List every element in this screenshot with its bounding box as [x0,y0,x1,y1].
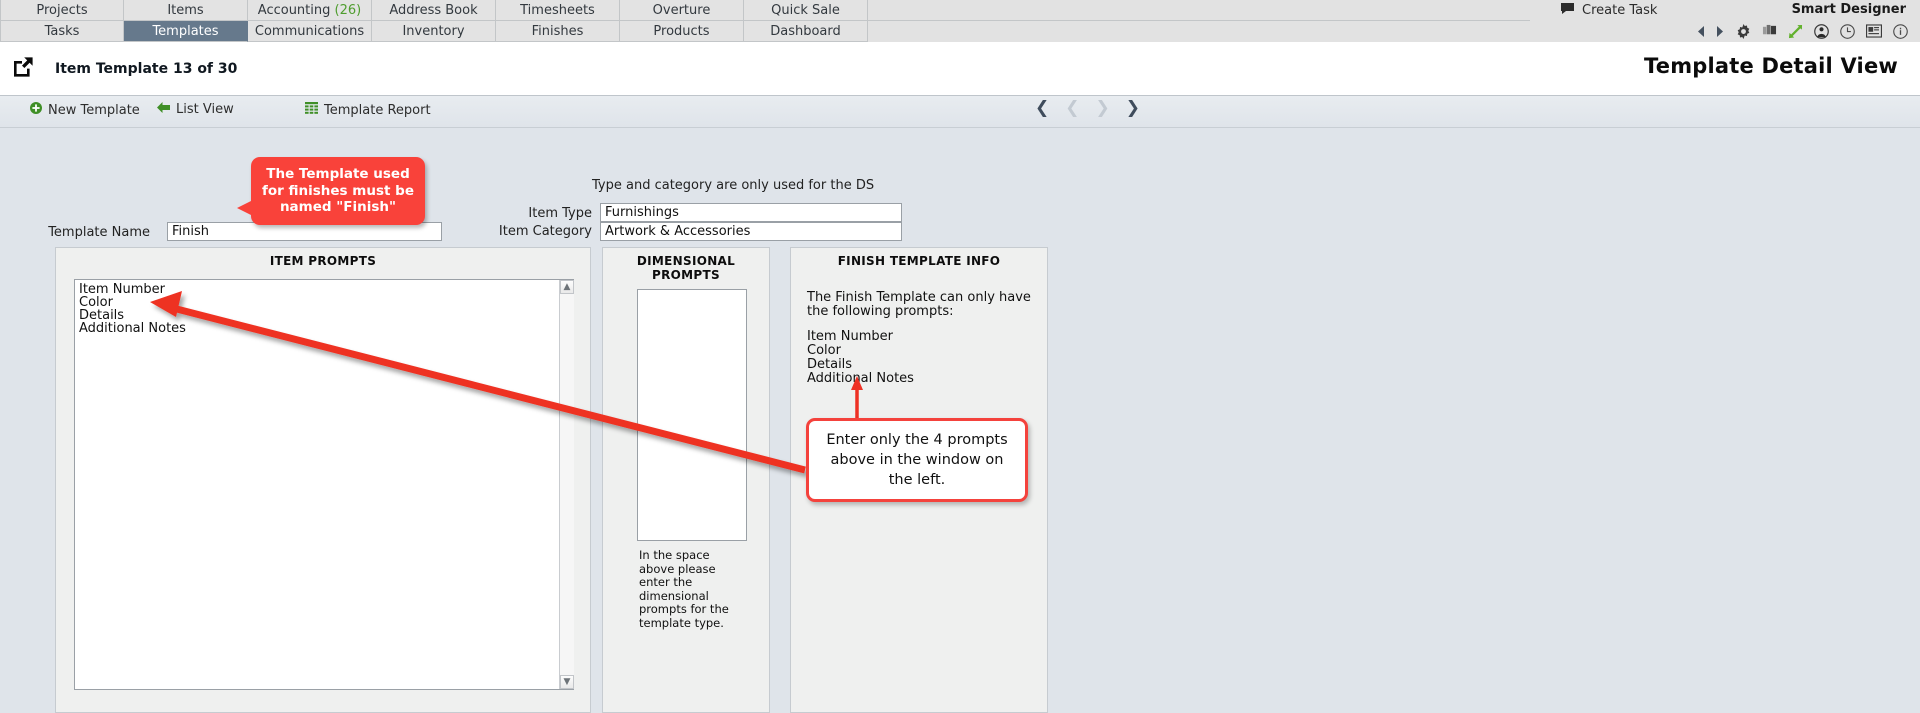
nav-tab-templates[interactable]: Templates [124,21,248,42]
nav-tab-dashboard-label: Dashboard [770,24,841,39]
template-name-input[interactable] [167,222,442,241]
scroll-down-button[interactable]: ▼ [560,675,574,689]
create-task-button[interactable]: Create Task [1560,2,1657,19]
nav-tab-quick-sale[interactable]: Quick Sale [744,0,868,21]
list-view-label: List View [176,102,234,117]
item-prompts-scrollbar[interactable]: ▲ ▼ [559,280,574,689]
expand-icon[interactable] [1788,24,1803,39]
template-name-label: Template Name [48,225,150,240]
dimensional-prompts-note: In the space above please enter the dime… [639,548,729,630]
nav-tab-inventory-label: Inventory [402,24,465,39]
callout-tail [237,199,253,216]
nav-tab-items-label: Items [167,3,204,18]
item-type-input[interactable] [600,203,902,222]
nav-tab-communications[interactable]: Communications [248,21,372,42]
nav-tab-inventory[interactable]: Inventory [372,21,496,42]
action-toolbar: New Template List View Template Report ❮… [0,96,1920,128]
nav-tab-accounting[interactable]: Accounting (26) [248,0,372,21]
nav-tab-tasks-label: Tasks [44,24,80,39]
nav-tab-templates-label: Templates [152,24,219,39]
nav-tab-overture-label: Overture [652,3,711,18]
news-icon[interactable] [1866,24,1882,38]
new-template-label: New Template [48,102,140,118]
info-icon[interactable] [1893,23,1908,39]
gear-icon[interactable] [1736,23,1751,39]
back-arrow-icon[interactable] [1696,25,1705,38]
pager-last-button[interactable]: ❯ [1126,100,1140,117]
nav-tab-finishes[interactable]: Finishes [496,21,620,42]
nav-tab-products-label: Products [653,24,710,39]
prompts-rule-callout: Enter only the 4 prompts above in the wi… [806,418,1028,502]
plus-circle-icon [30,102,42,118]
pager-prev-button[interactable]: ❮ [1065,100,1079,117]
record-pager: ❮ ❮ ❯ ❯ [1035,100,1140,117]
finish-template-info-body: The Finish Template can only have the fo… [807,291,1035,385]
new-template-button[interactable]: New Template [30,102,140,118]
list-view-button[interactable]: List View [157,102,234,117]
page-title: Template Detail View [1644,54,1898,78]
dimensional-prompts-title: DIMENSIONAL PROMPTS [636,254,736,282]
pager-next-button[interactable]: ❯ [1096,100,1110,117]
tool-icon-row [1696,21,1908,41]
finish-info-intro: The Finish Template can only have the fo… [807,290,1031,319]
template-report-label: Template Report [324,102,431,118]
nav-tab-items[interactable]: Items [124,0,248,21]
nav-tab-timesheets-label: Timesheets [520,3,595,18]
user-icon[interactable] [1814,23,1829,39]
report-grid-icon [305,102,318,118]
brand-label: Smart Designer [1791,2,1906,17]
nav-tab-timesheets[interactable]: Timesheets [496,0,620,21]
item-prompts-listbox[interactable]: Item Number Color Details Additional Not… [74,279,574,690]
prompts-rule-callout-text: Enter only the 4 prompts above in the wi… [826,432,1008,488]
item-prompts-title: ITEM PROMPTS [269,254,377,268]
finish-info-prompt: Item Number [807,329,893,345]
nav-tab-dashboard[interactable]: Dashboard [744,21,868,42]
pager-first-button[interactable]: ❮ [1035,100,1049,117]
record-position-label: Item Template 13 of 30 [55,61,238,77]
nav-tab-address-book[interactable]: Address Book [372,0,496,21]
forward-arrow-icon[interactable] [1716,25,1725,38]
item-type-label: Item Type [528,206,592,221]
create-task-label: Create Task [1582,3,1658,18]
nav-tab-communications-label: Communications [254,24,365,39]
nav-tab-tasks[interactable]: Tasks [0,21,124,42]
item-category-input[interactable] [600,222,902,241]
template-report-button[interactable]: Template Report [305,102,431,118]
copy-icon[interactable] [1762,24,1777,38]
scroll-up-button[interactable]: ▲ [560,280,574,294]
dimensional-prompts-input[interactable] [637,289,747,541]
finish-info-prompt: Color [807,343,841,359]
speech-bubble-icon [1560,2,1575,19]
accounting-count-badge: (26) [334,3,362,18]
external-link-icon[interactable] [12,56,34,82]
nav-tab-accounting-label: Accounting [257,3,331,18]
nav-tab-address-book-label: Address Book [389,3,478,18]
item-category-label: Item Category [498,224,592,239]
nav-tab-products[interactable]: Products [620,21,744,42]
detail-header-band: Item Template 13 of 30 Template Detail V… [0,42,1920,96]
ds-usage-note: Type and category are only used for the … [592,178,875,193]
finish-info-prompt: Additional Notes [807,370,914,386]
nav-tab-projects-label: Projects [36,3,88,18]
nav-tab-overture[interactable]: Overture [620,0,744,21]
finish-template-info-title: FINISH TEMPLATE INFO [837,254,1001,268]
template-name-callout-text: The Template used for finishes must be n… [262,166,414,215]
clock-icon[interactable] [1840,23,1855,39]
left-arrow-icon [157,102,170,117]
finish-info-prompt: Details [807,356,853,372]
nav-tab-finishes-label: Finishes [531,24,584,39]
nav-tab-quick-sale-label: Quick Sale [771,3,840,18]
list-item[interactable]: Item Number [79,283,573,297]
nav-tab-projects[interactable]: Projects [0,0,124,21]
top-right-tools: Create Task Smart Designer [1530,0,1920,42]
list-item[interactable]: Color [79,296,573,310]
template-name-callout: The Template used for finishes must be n… [237,157,425,225]
list-item[interactable]: Additional Notes [79,322,573,336]
